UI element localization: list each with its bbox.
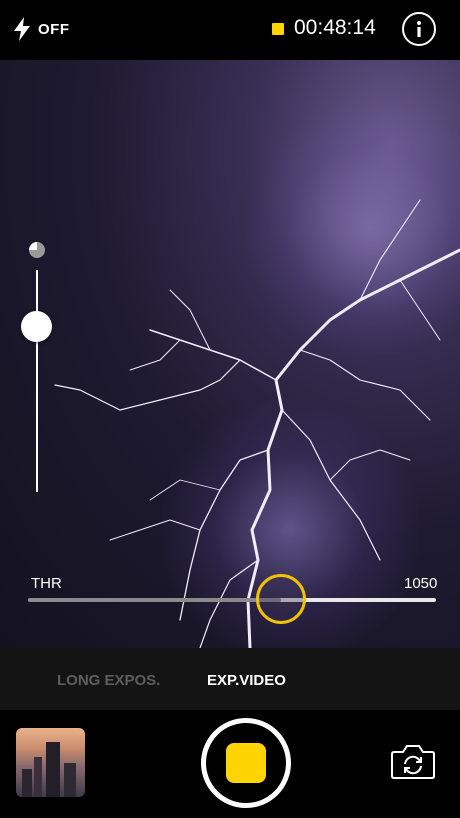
- lightning-image: [54, 199, 460, 648]
- mode-long-exposure[interactable]: LONG EXPOS.: [57, 672, 160, 689]
- lightning-bolt-icon: [14, 17, 30, 41]
- threshold-label: THR: [31, 575, 62, 592]
- mode-selector: LONG EXPOS. EXP.VIDEO: [0, 648, 460, 710]
- gallery-thumbnail[interactable]: [16, 728, 85, 797]
- thumb-building: [34, 757, 42, 797]
- threshold-slider-track[interactable]: [28, 598, 436, 602]
- recording-timer: 00:48:14: [294, 16, 376, 39]
- mode-exposure-video[interactable]: EXP.VIDEO: [207, 672, 286, 689]
- stop-record-icon: [226, 743, 266, 783]
- flash-label: OFF: [38, 20, 70, 38]
- switch-camera-icon[interactable]: [390, 742, 436, 780]
- info-button[interactable]: [402, 12, 436, 46]
- thumb-building: [64, 763, 76, 797]
- exposure-slider-track[interactable]: [36, 270, 38, 492]
- recording-indicator: [272, 23, 284, 35]
- thumb-building: [22, 769, 32, 797]
- exposure-slider-handle[interactable]: [21, 311, 52, 342]
- thumb-building: [46, 742, 60, 797]
- info-icon: [417, 21, 421, 37]
- record-button[interactable]: [201, 718, 291, 808]
- threshold-value: 1050: [404, 575, 438, 592]
- camera-viewfinder[interactable]: [0, 60, 460, 648]
- top-bar: OFF 00:48:14: [0, 0, 460, 60]
- exposure-icon: [29, 242, 45, 258]
- threshold-slider-fill: [28, 598, 281, 602]
- flash-toggle[interactable]: OFF: [12, 16, 70, 42]
- threshold-slider-handle[interactable]: [255, 574, 306, 624]
